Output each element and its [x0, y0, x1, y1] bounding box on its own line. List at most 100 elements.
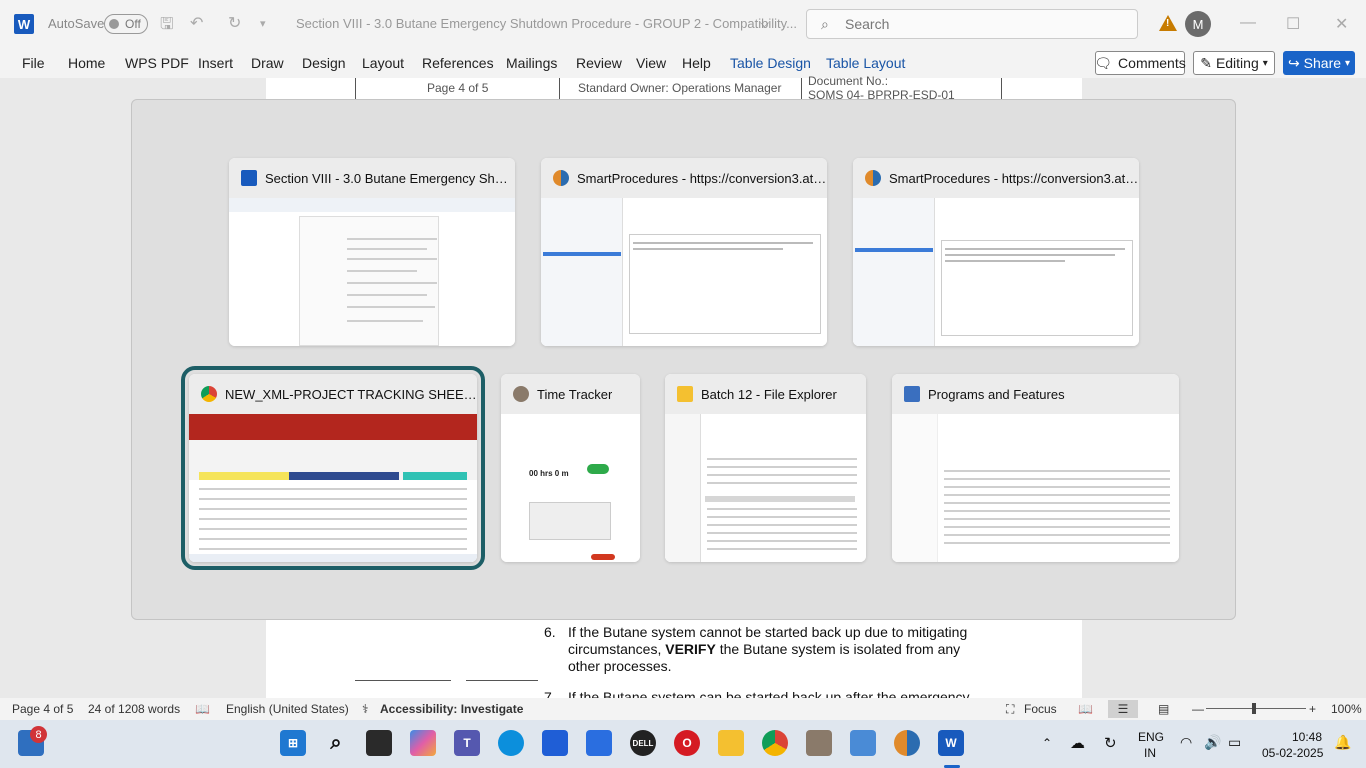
lang-line1[interactable]: ENG	[1138, 730, 1164, 744]
tab-layout[interactable]: Layout	[362, 55, 404, 71]
copilot-icon[interactable]	[410, 730, 436, 756]
tab-design[interactable]: Design	[302, 55, 346, 71]
read-mode-icon[interactable]: 📖	[1078, 702, 1093, 716]
close-icon[interactable]: ✕	[1335, 14, 1348, 34]
chevron-down-icon: ▾	[1262, 57, 1268, 69]
window-card[interactable]: Batch 12 - File Explorer	[665, 374, 866, 562]
clock-time[interactable]: 10:48	[1292, 730, 1322, 744]
window-card-header: SmartProcedures - https://conversion3.at…	[541, 158, 827, 198]
cloud-icon[interactable]: ☁	[1070, 734, 1085, 752]
zoom-slider[interactable]	[1206, 708, 1306, 709]
status-word-count[interactable]: 24 of 1208 words	[88, 702, 180, 716]
task-view-icon[interactable]	[366, 730, 392, 756]
comments-label: Comments	[1118, 55, 1186, 71]
tab-table-design[interactable]: Table Design	[730, 55, 811, 71]
window-card-header: NEW_XML-PROJECT TRACKING SHEET-202...	[189, 374, 477, 414]
status-bar: Page 4 of 5 24 of 1208 words 📖 English (…	[0, 698, 1366, 720]
chrome-icon	[201, 386, 217, 402]
tab-review[interactable]: Review	[576, 55, 622, 71]
status-accessibility[interactable]: Accessibility: Investigate	[380, 702, 523, 716]
header-page: Page 4 of 5	[427, 81, 489, 95]
autosave-toggle[interactable]: Off	[104, 14, 148, 34]
word-taskbar-icon[interactable]: W	[938, 730, 964, 756]
warning-icon[interactable]: !	[1159, 15, 1177, 31]
window-thumbnail	[892, 414, 1179, 562]
smartprocedures-taskbar-icon[interactable]	[894, 730, 920, 756]
header-divider	[1001, 78, 1002, 100]
web-layout-icon[interactable]: ▤	[1158, 702, 1169, 716]
title-chevron-down-icon[interactable]: ⌵	[760, 16, 769, 31]
tab-insert[interactable]: Insert	[198, 55, 233, 71]
step-text: If the Butane system cannot be started b…	[568, 624, 968, 640]
zoom-in-icon[interactable]: +	[1309, 702, 1316, 716]
tab-mailings[interactable]: Mailings	[506, 55, 557, 71]
control-panel-icon	[904, 386, 920, 402]
power-automate-icon[interactable]	[586, 730, 612, 756]
zoom-slider-thumb[interactable]	[1252, 703, 1256, 714]
share-button[interactable]: ↪ Share ▾	[1283, 51, 1355, 75]
tab-home[interactable]: Home	[68, 55, 105, 71]
title-bar: W AutoSave Off 🖫 ↶ ↻ ▾ Section VIII - 3.…	[0, 0, 1366, 48]
microsoft-store-icon[interactable]	[542, 730, 568, 756]
window-card-header: Section VIII - 3.0 Butane Emergency Shut…	[229, 158, 515, 198]
proofing-icon[interactable]: 📖	[195, 702, 210, 716]
time-tracker-taskbar-icon[interactable]	[806, 730, 832, 756]
edge-icon[interactable]	[498, 730, 524, 756]
opera-icon[interactable]: O	[674, 730, 700, 756]
notification-icon[interactable]: 🔔	[1334, 734, 1351, 751]
lang-line2[interactable]: IN	[1144, 746, 1156, 760]
window-card-selected[interactable]: NEW_XML-PROJECT TRACKING SHEET-202...	[181, 366, 485, 570]
window-card[interactable]: Section VIII - 3.0 Butane Emergency Shut…	[229, 158, 515, 346]
search-placeholder: Search	[845, 16, 890, 32]
window-card[interactable]: SmartProcedures - https://conversion3.at…	[541, 158, 827, 346]
tab-help[interactable]: Help	[682, 55, 711, 71]
customize-toolbar-icon[interactable]: ▾	[260, 17, 266, 30]
start-icon[interactable]: ⊞	[280, 730, 306, 756]
tab-view[interactable]: View	[636, 55, 666, 71]
minimize-icon[interactable]: —	[1240, 14, 1256, 32]
undo-icon[interactable]: ↶	[190, 13, 203, 33]
print-layout-icon[interactable]: ☰	[1108, 700, 1138, 718]
maximize-icon[interactable]: ☐	[1286, 14, 1300, 34]
window-card[interactable]: Time Tracker 00 hrs 0 m	[501, 374, 640, 562]
tab-wps-pdf[interactable]: WPS PDF	[125, 55, 189, 71]
zoom-level[interactable]: 100%	[1331, 702, 1362, 716]
tab-file[interactable]: File	[22, 55, 45, 71]
search-taskbar-icon[interactable]: ⌕	[323, 730, 349, 756]
search-input[interactable]: ⌕ Search	[806, 9, 1138, 39]
file-explorer-icon[interactable]	[718, 730, 744, 756]
header-divider	[559, 78, 560, 100]
show-hidden-icons[interactable]: ⌃	[1042, 736, 1052, 750]
focus-button[interactable]: Focus	[1024, 702, 1057, 716]
window-thumbnail	[853, 198, 1139, 346]
window-card-title: Batch 12 - File Explorer	[701, 386, 837, 402]
remote-desktop-icon[interactable]	[850, 730, 876, 756]
window-card[interactable]: SmartProcedures - https://conversion3.at…	[853, 158, 1139, 346]
tab-table-layout[interactable]: Table Layout	[826, 55, 905, 71]
comments-button[interactable]: 🗨 Comments	[1094, 51, 1186, 75]
status-page[interactable]: Page 4 of 5	[12, 702, 73, 716]
step-text: other processes.	[568, 658, 672, 674]
editing-button[interactable]: ✎ Editing ▾	[1193, 51, 1275, 75]
notification-badge: 8	[30, 726, 47, 743]
save-icon[interactable]: 🖫	[160, 13, 174, 40]
clock-date[interactable]: 05-02-2025	[1262, 746, 1323, 760]
volume-icon[interactable]: 🔊	[1204, 734, 1221, 751]
battery-icon[interactable]: ▭	[1228, 734, 1241, 751]
chrome-taskbar-icon[interactable]	[762, 730, 788, 756]
tab-draw[interactable]: Draw	[251, 55, 284, 71]
status-language[interactable]: English (United States)	[226, 702, 349, 716]
sync-icon[interactable]: ↻	[1104, 734, 1117, 752]
signature-line	[466, 680, 538, 681]
tab-references[interactable]: References	[422, 55, 494, 71]
avatar[interactable]: M	[1185, 11, 1211, 37]
dell-icon[interactable]: DELL	[630, 730, 656, 756]
smartprocedures-icon	[553, 170, 569, 186]
zoom-out-icon[interactable]: —	[1192, 702, 1204, 716]
window-card[interactable]: Programs and Features	[892, 374, 1179, 562]
redo-icon[interactable]: ↻	[228, 13, 241, 33]
header-divider	[801, 78, 802, 100]
teams-icon[interactable]: T	[454, 730, 480, 756]
wifi-icon[interactable]: ◠	[1180, 734, 1192, 751]
signature-line	[355, 680, 451, 681]
